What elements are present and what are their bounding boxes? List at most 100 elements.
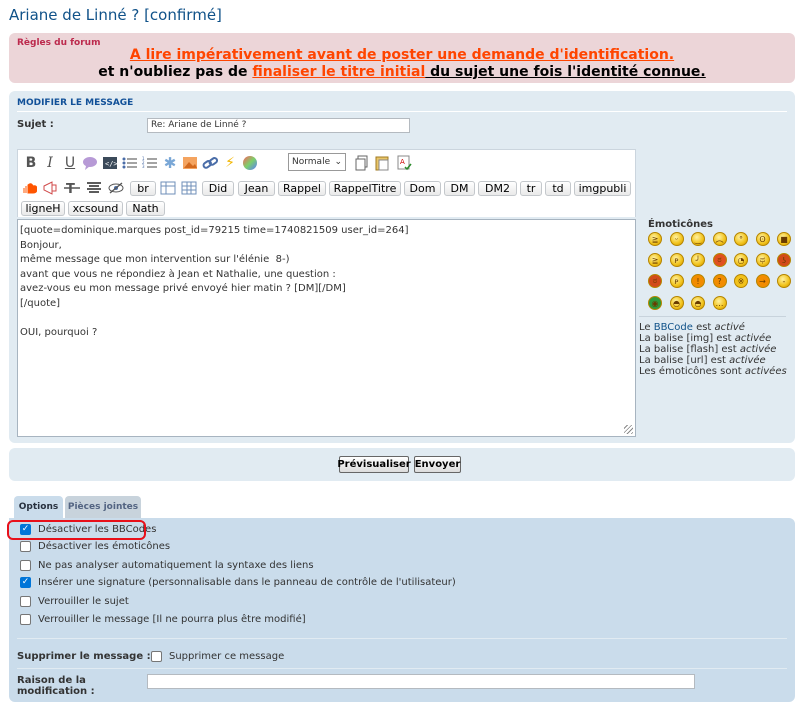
- surprised-smiley-icon[interactable]: ʘ: [755, 232, 770, 246]
- bbcode-button-nath[interactable]: Nath: [126, 201, 165, 216]
- option-attach-signature[interactable]: ✓ Insérer une signature (personnalisable …: [20, 577, 456, 588]
- page-title[interactable]: Ariane de Linné ? [confirmé]: [9, 6, 222, 24]
- nerd-smiley-icon[interactable]: ◓: [691, 296, 705, 310]
- grid-icon[interactable]: [181, 180, 197, 196]
- option-disable-smilies[interactable]: Désactiver les émoticônes: [20, 541, 170, 552]
- bbcode-button-dom[interactable]: Dom: [404, 181, 441, 196]
- editor-line: même message que mon intervention sur l'…: [20, 254, 290, 265]
- bbcode-button-ligneh[interactable]: ligneH: [21, 201, 65, 216]
- edit-reason-input[interactable]: [147, 674, 695, 689]
- link-icon[interactable]: [202, 155, 218, 171]
- checkbox[interactable]: ✓: [20, 577, 31, 588]
- shocked-smiley-icon[interactable]: °: [734, 232, 748, 246]
- razz-smiley-icon[interactable]: ᴘ: [669, 274, 684, 288]
- bbcode-button-br[interactable]: br: [130, 181, 156, 196]
- checkbox[interactable]: [151, 651, 162, 662]
- list-item-icon[interactable]: ✱: [162, 154, 178, 172]
- editor-line: [quote=dominique.marques post_id=79215 t…: [20, 225, 409, 236]
- divider: [17, 111, 787, 112]
- submit-button[interactable]: Envoyer: [414, 456, 461, 473]
- table-icon[interactable]: [160, 180, 176, 196]
- paste-icon[interactable]: [374, 155, 390, 171]
- twisted-smiley-icon[interactable]: ಠ: [648, 274, 662, 288]
- bbcode-button-tr[interactable]: tr: [520, 181, 542, 196]
- neutral-smiley-icon[interactable]: ‐: [777, 274, 791, 288]
- rules-line2-a: et n'oubliez pas de: [98, 64, 253, 80]
- align-center-icon[interactable]: [86, 180, 102, 196]
- url-status: La balise [url] est activée: [639, 355, 766, 366]
- wink-smiley-icon[interactable]: ‿: [691, 232, 705, 246]
- copy-icon[interactable]: [354, 155, 370, 171]
- evil-smiley-icon[interactable]: ʖ: [777, 253, 791, 267]
- bbcode-button-td[interactable]: td: [545, 181, 571, 196]
- bbcode-toolbar: B I U </> 123 ✱ ⚡ Normale⌄ A T br Did Je…: [17, 149, 636, 217]
- bbcode-button-jean[interactable]: Jean: [238, 181, 275, 196]
- cool-smiley-icon[interactable]: ■: [777, 232, 791, 246]
- subject-input[interactable]: Re: Ariane de Linné ?: [147, 118, 410, 133]
- list-icon[interactable]: [122, 155, 138, 171]
- chevron-down-icon: ⌄: [334, 157, 342, 167]
- forum-rules-box: Règles du forum A lire impérativement av…: [9, 33, 795, 83]
- laughing-smiley-icon[interactable]: ≧: [648, 232, 662, 246]
- rolleyes-smiley-icon[interactable]: ◔: [734, 253, 748, 267]
- option-lock-topic[interactable]: Verrouiller le sujet: [20, 596, 129, 607]
- option-disable-magic-url[interactable]: Ne pas analyser automatiquement la synta…: [20, 560, 314, 571]
- flash-status: La balise [flash] est activée: [639, 344, 777, 355]
- idea-smiley-icon[interactable]: ※: [734, 274, 748, 288]
- preview-button[interactable]: Prévisualiser: [337, 456, 411, 473]
- bbcode-button-did[interactable]: Did: [202, 181, 234, 196]
- bbcode-button-xcsound[interactable]: xcsound: [68, 201, 123, 216]
- option-lock-post[interactable]: Verrouiller le message [Il ne pourra plu…: [20, 614, 306, 625]
- bold-icon[interactable]: B: [23, 155, 39, 171]
- question-smiley-icon[interactable]: ?: [712, 274, 727, 288]
- bbcode-button-rappeltitre[interactable]: RappelTitre: [329, 181, 401, 196]
- geek-smiley-icon[interactable]: ◓: [669, 296, 684, 310]
- tab-attachments[interactable]: Pièces jointes: [65, 496, 141, 518]
- font-size-value: Normale: [292, 157, 331, 167]
- image-icon[interactable]: [182, 155, 198, 171]
- divider: [17, 638, 787, 639]
- hide-icon[interactable]: [108, 180, 124, 196]
- checkbox[interactable]: [20, 596, 31, 607]
- code-icon[interactable]: </>: [102, 155, 118, 171]
- highlight-annotation: [7, 520, 146, 540]
- embarrassed-smiley-icon[interactable]: ╯: [691, 253, 705, 267]
- underline-icon[interactable]: U: [62, 155, 78, 171]
- lol-smiley-icon[interactable]: ≧: [648, 253, 662, 267]
- checkbox[interactable]: [20, 541, 31, 552]
- checkbox[interactable]: [20, 614, 31, 625]
- mad-smiley-icon[interactable]: ಠ: [712, 253, 727, 267]
- exclaim-smiley-icon[interactable]: !: [691, 274, 705, 288]
- sad-smiley-icon[interactable]: ︵: [712, 232, 727, 246]
- tongue-smiley-icon[interactable]: ᴘ: [669, 253, 684, 267]
- crying-smiley-icon[interactable]: ಥ: [755, 253, 770, 267]
- numbered-list-icon[interactable]: 123: [142, 155, 158, 171]
- svg-text:3: 3: [142, 164, 145, 169]
- tab-options[interactable]: Options: [14, 496, 63, 518]
- bbcode-link[interactable]: BBCode: [654, 322, 693, 333]
- editor-line: Bonjour,: [20, 239, 62, 251]
- color-picker-icon[interactable]: [242, 155, 258, 171]
- arrow-smiley-icon[interactable]: →: [755, 274, 770, 288]
- strikethrough-icon[interactable]: T: [64, 180, 80, 196]
- soundcloud-icon[interactable]: [21, 180, 37, 196]
- message-textarea[interactable]: [quote=dominique.marques post_id=79215 t…: [17, 219, 636, 437]
- italic-icon[interactable]: I: [42, 155, 58, 171]
- alien-smiley-icon[interactable]: ◉: [648, 296, 662, 310]
- bbcode-button-rappel[interactable]: Rappel: [278, 181, 326, 196]
- megaphone-icon[interactable]: [42, 180, 58, 196]
- delete-post-option[interactable]: Supprimer ce message: [151, 651, 284, 662]
- quote-icon[interactable]: [82, 155, 98, 171]
- bbcode-button-dm[interactable]: DM: [444, 181, 475, 196]
- smile-smiley-icon[interactable]: ᵕ: [669, 232, 684, 246]
- spellcheck-icon[interactable]: A: [396, 155, 412, 171]
- resize-grip[interactable]: [624, 425, 633, 434]
- thinking-smiley-icon[interactable]: …: [712, 296, 727, 310]
- font-size-select[interactable]: Normale ⌄: [288, 153, 346, 171]
- rules-line2-emphasis: finaliser le titre initial: [252, 64, 426, 80]
- bbcode-button-dm2[interactable]: DM2: [478, 181, 517, 196]
- flash-icon[interactable]: ⚡: [222, 155, 238, 171]
- checkbox[interactable]: [20, 560, 31, 571]
- bbcode-button-imgpubli[interactable]: imgpubli: [574, 181, 631, 196]
